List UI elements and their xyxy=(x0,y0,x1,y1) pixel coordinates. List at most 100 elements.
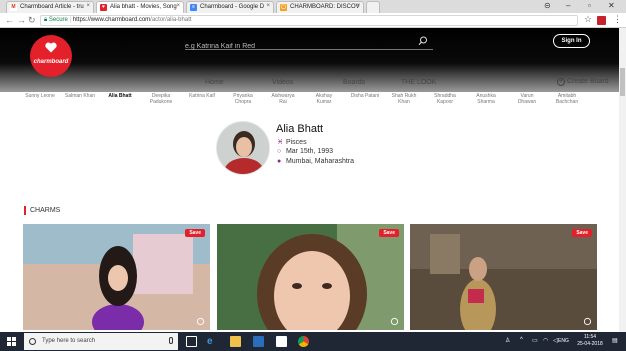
save-button[interactable]: Save xyxy=(185,229,205,237)
taskbar-search[interactable]: Type here to search xyxy=(24,333,178,350)
celebrity-name: Disha Patani xyxy=(350,93,380,99)
location-pin-icon: ● xyxy=(277,158,282,165)
charm-icon[interactable] xyxy=(390,317,399,326)
birthdate-row: ○ Mar 15th, 1993 xyxy=(277,148,333,155)
browser-tab[interactable]: M Charmboard Article - tru × xyxy=(6,1,94,13)
tab-title: CHARMBOARD: DISCOV xyxy=(290,4,360,10)
balloon-icon: ○ xyxy=(277,148,282,155)
plus-icon: + xyxy=(557,78,565,86)
page-scrollbar[interactable] xyxy=(619,28,626,332)
charm-thumbnail xyxy=(217,224,404,330)
close-tab-icon[interactable]: × xyxy=(356,3,360,9)
account-icon[interactable]: ⊝ xyxy=(544,1,551,10)
browser-tab[interactable]: ▢ CHARMBOARD: DISCOV × xyxy=(276,1,364,13)
scrollbar-thumb[interactable] xyxy=(620,68,625,96)
network-icon[interactable]: ◠ xyxy=(543,337,548,344)
close-tab-icon[interactable]: × xyxy=(266,3,270,9)
browser-tab-active[interactable]: ♥ Alia bhatt - Movies, Song × xyxy=(96,1,184,13)
microphone-icon[interactable] xyxy=(169,337,173,344)
nav-home[interactable]: Home xyxy=(205,79,224,86)
celebrity-link[interactable]: Anushka Sharma xyxy=(466,93,506,105)
celebrity-name-2: Kumar xyxy=(316,99,332,105)
celebrity-link[interactable]: Katrina Kaif xyxy=(182,93,222,99)
menu-dots-icon[interactable]: ⋮ xyxy=(613,14,622,24)
celebrity-link[interactable]: Priyanka Chopra xyxy=(223,93,263,105)
close-tab-icon[interactable]: × xyxy=(176,3,180,9)
address-bar[interactable]: 🔒︎ Secure | https://www.charmboard.com/a… xyxy=(40,15,578,26)
celebrity-link[interactable]: Shraddha Kapoor xyxy=(425,93,465,105)
show-hidden-icons-icon[interactable]: ^ xyxy=(520,337,523,343)
search-icon[interactable] xyxy=(418,36,428,46)
file-explorer-icon[interactable] xyxy=(230,336,241,347)
celebrity-name: Alia Bhatt xyxy=(108,93,132,99)
charm-icon[interactable] xyxy=(583,317,592,326)
nav-boards[interactable]: Boards xyxy=(343,79,365,86)
windows-start-icon[interactable] xyxy=(7,337,16,346)
avatar xyxy=(216,121,270,175)
celebrity-link[interactable]: Aishwarya Rai xyxy=(263,93,303,105)
charm-card[interactable]: Save xyxy=(410,224,597,330)
bookmark-star-icon[interactable]: ☆ xyxy=(584,14,592,24)
close-tab-icon[interactable]: × xyxy=(86,3,90,9)
charm-card[interactable]: Save xyxy=(217,224,404,330)
forward-arrow-icon[interactable]: → xyxy=(17,15,26,25)
search-input[interactable] xyxy=(185,40,410,53)
create-board-button[interactable]: + Create Board xyxy=(557,78,609,86)
brand-name: charmboard xyxy=(33,59,69,65)
charmboard-logo[interactable]: charmboard xyxy=(30,35,72,77)
celebrity-link[interactable]: Deepika Padukone xyxy=(141,93,181,105)
charm-card[interactable]: Save xyxy=(23,224,210,330)
celebrity-name-2: Khan xyxy=(398,99,410,105)
notifications-icon[interactable]: ▤ xyxy=(612,337,618,344)
celebrity-link[interactable]: Sunny Leone xyxy=(20,93,60,99)
browser-tab[interactable]: ≡ Charmboard - Google D × xyxy=(186,1,274,13)
back-arrow-icon[interactable]: ← xyxy=(5,15,14,25)
clock-date: 25-04-2018 xyxy=(577,341,603,347)
celebrity-name: Katrina Kaif xyxy=(189,93,215,99)
celebrity-name-2: Padukone xyxy=(149,99,173,105)
gmail-icon: M xyxy=(10,4,17,11)
maximize-icon[interactable]: ▫ xyxy=(588,1,591,10)
close-window-icon[interactable]: ✕ xyxy=(608,1,615,10)
extension-icon[interactable] xyxy=(597,16,606,25)
celebrity-link[interactable]: Salman Khan xyxy=(60,93,100,99)
tab-title: Charmboard - Google D xyxy=(200,4,265,10)
celebrity-name-2: Kapoor xyxy=(436,99,454,105)
battery-icon[interactable]: ▭ xyxy=(532,337,538,344)
charm-icon[interactable] xyxy=(196,317,205,326)
minimize-icon[interactable]: – xyxy=(566,1,570,10)
celebrity-link[interactable]: Disha Patani xyxy=(345,93,385,99)
save-button[interactable]: Save xyxy=(572,229,592,237)
heart-icon xyxy=(45,42,57,53)
celebrity-link[interactable]: Varun Dhawan xyxy=(507,93,547,105)
reload-icon[interactable]: ↻ xyxy=(28,15,36,25)
taskbar-clock[interactable]: 11:54 25-04-2018 xyxy=(574,334,606,348)
sign-in-button[interactable]: Sign In xyxy=(553,34,590,48)
lock-icon: 🔒︎ xyxy=(44,17,48,23)
volume-icon[interactable]: ◁ xyxy=(553,337,558,344)
celebrity-link-active[interactable]: Alia Bhatt xyxy=(100,93,140,99)
people-icon[interactable]: ♙ xyxy=(505,337,510,344)
nav-videos[interactable]: Videos xyxy=(272,79,293,86)
zodiac-sign: Pisces xyxy=(285,139,307,146)
celebrity-name: Salman Khan xyxy=(64,93,96,99)
birthdate: Mar 15th, 1993 xyxy=(285,148,334,155)
chrome-icon[interactable] xyxy=(298,336,309,347)
profile-name: Alia Bhatt xyxy=(276,123,324,135)
charms-heading: CHARMS xyxy=(24,206,60,215)
charmboard-orange-favicon-icon: ▢ xyxy=(280,4,287,11)
language-indicator[interactable]: ENG xyxy=(558,338,569,344)
store-icon[interactable] xyxy=(253,336,264,347)
new-tab-button[interactable] xyxy=(366,1,380,13)
zodiac-icon: ♓︎ xyxy=(277,139,284,146)
celebrity-link[interactable]: Akshay Kumar xyxy=(304,93,344,105)
task-view-icon[interactable] xyxy=(186,336,197,347)
url-path: /actor/alia-bhatt xyxy=(150,17,192,23)
nav-the-look[interactable]: THE LOOK xyxy=(401,79,436,86)
edge-icon[interactable]: e xyxy=(207,336,218,347)
mail-icon[interactable] xyxy=(276,336,287,347)
celebrity-link[interactable]: Shah Rukh Khan xyxy=(384,93,424,105)
save-button[interactable]: Save xyxy=(379,229,399,237)
celebrity-strip: Sunny Leone Salman Khan Alia Bhatt Deepi… xyxy=(0,92,619,112)
celebrity-link[interactable]: Amitabh Bachchan xyxy=(547,93,587,105)
